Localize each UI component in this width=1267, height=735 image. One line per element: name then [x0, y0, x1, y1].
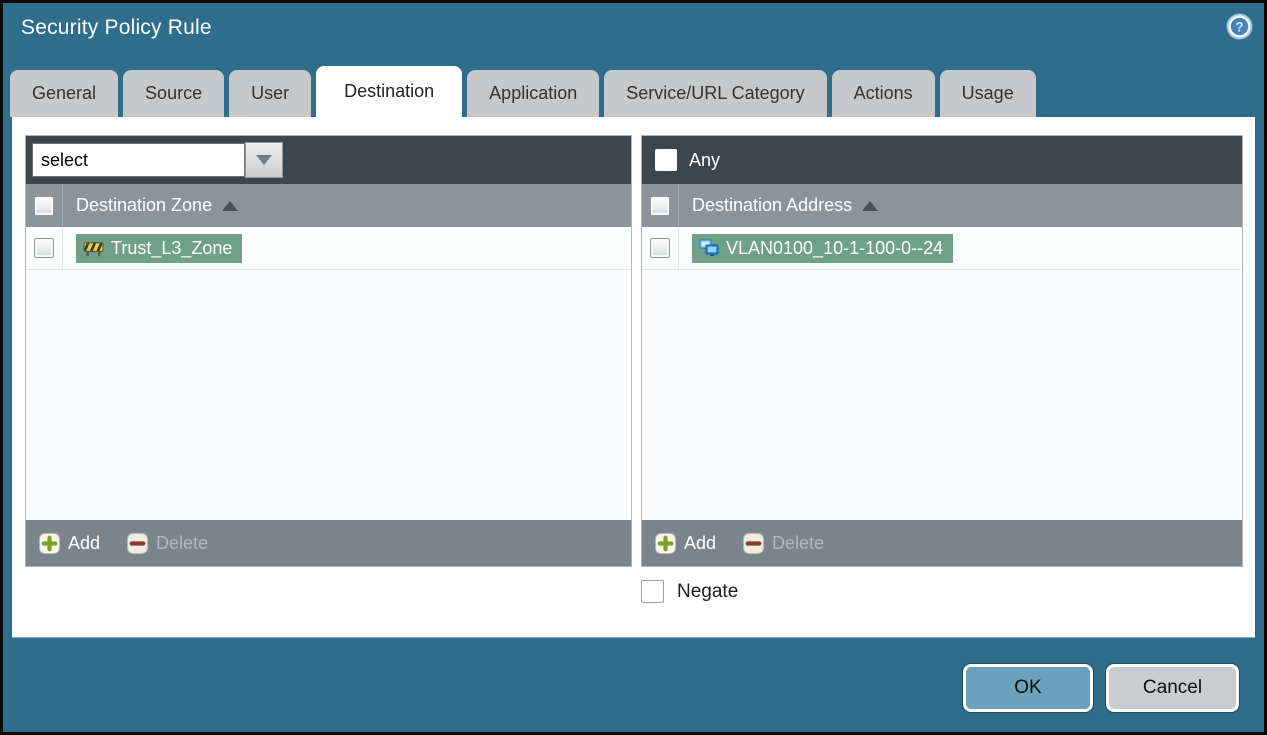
zone-row: Trust_L3_Zone [26, 227, 631, 270]
address-column-header: Destination Address [642, 184, 1242, 227]
zone-select-dropdown-button[interactable] [245, 142, 283, 178]
zone-panel-footer: Add Delete [26, 520, 631, 566]
zone-column-label: Destination Zone [76, 195, 213, 215]
plus-icon [39, 532, 60, 554]
zone-icon [83, 241, 104, 256]
any-checkbox[interactable] [655, 149, 677, 171]
zone-delete-label: Delete [156, 532, 209, 553]
tab-service-url-category[interactable]: Service/URL Category [604, 70, 827, 117]
address-item-label: VLAN0100_10-1-100-0--24 [726, 237, 944, 258]
sort-ascending-icon [862, 200, 879, 211]
zone-column-header: Destination Zone [26, 184, 631, 227]
zone-select-input[interactable] [32, 143, 245, 177]
address-any-bar: Any [642, 136, 1242, 184]
zone-select-bar [26, 136, 631, 184]
zone-delete-button[interactable]: Delete [127, 532, 209, 554]
zone-row-checkbox-cell [26, 227, 63, 269]
help-icon[interactable]: ? [1226, 13, 1253, 40]
address-delete-label: Delete [772, 532, 825, 553]
address-header-checkbox-cell [642, 184, 679, 227]
tab-source[interactable]: Source [123, 70, 225, 117]
zone-item-label: Trust_L3_Zone [111, 237, 233, 258]
minus-icon [127, 532, 149, 554]
tab-destination[interactable]: Destination [316, 66, 463, 117]
negate-checkbox[interactable] [641, 580, 664, 603]
address-delete-button[interactable]: Delete [743, 532, 825, 554]
address-column-title[interactable]: Destination Address [692, 195, 879, 216]
tab-usage[interactable]: Usage [939, 70, 1036, 117]
zone-item[interactable]: Trust_L3_Zone [76, 233, 243, 263]
address-add-button[interactable]: Add [655, 532, 717, 554]
address-select-all-checkbox[interactable] [650, 195, 670, 216]
dialog-title: Security Policy Rule [21, 16, 212, 39]
destination-zone-panel: Destination Zone [25, 135, 632, 567]
zone-row-checkbox[interactable] [34, 238, 54, 258]
tab-bar: General Source User Destination Applicat… [10, 66, 1036, 117]
any-label: Any [689, 149, 721, 170]
destination-address-panel: Any Destination Address VLAN0100_10-1-10… [641, 135, 1243, 567]
address-row-checkbox[interactable] [650, 238, 670, 258]
address-row: VLAN0100_10-1-100-0--24 [642, 227, 1242, 270]
negate-option: Negate [641, 580, 738, 603]
svg-text:?: ? [1235, 19, 1243, 34]
tab-general[interactable]: General [10, 70, 119, 117]
minus-icon [743, 532, 765, 554]
tab-actions[interactable]: Actions [831, 70, 935, 117]
address-icon [699, 239, 719, 256]
zone-column-title[interactable]: Destination Zone [76, 195, 239, 216]
sort-ascending-icon [222, 200, 239, 211]
zone-select-all-checkbox[interactable] [34, 195, 54, 216]
negate-label: Negate [677, 580, 739, 602]
tab-application[interactable]: Application [467, 70, 600, 117]
chevron-down-icon [256, 155, 272, 165]
address-list: VLAN0100_10-1-100-0--24 [642, 227, 1242, 520]
plus-icon [655, 532, 676, 554]
zone-header-checkbox-cell [26, 184, 63, 227]
zone-add-button[interactable]: Add [39, 532, 101, 554]
address-item[interactable]: VLAN0100_10-1-100-0--24 [692, 233, 954, 263]
address-row-checkbox-cell [642, 227, 679, 269]
zone-list: Trust_L3_Zone [26, 227, 631, 520]
zone-add-label: Add [68, 532, 101, 553]
address-panel-footer: Add Delete [642, 520, 1242, 566]
tab-user[interactable]: User [229, 70, 312, 117]
ok-button[interactable]: OK [963, 664, 1093, 712]
address-column-label: Destination Address [692, 195, 853, 215]
cancel-button[interactable]: Cancel [1106, 664, 1239, 712]
address-add-label: Add [684, 532, 717, 553]
